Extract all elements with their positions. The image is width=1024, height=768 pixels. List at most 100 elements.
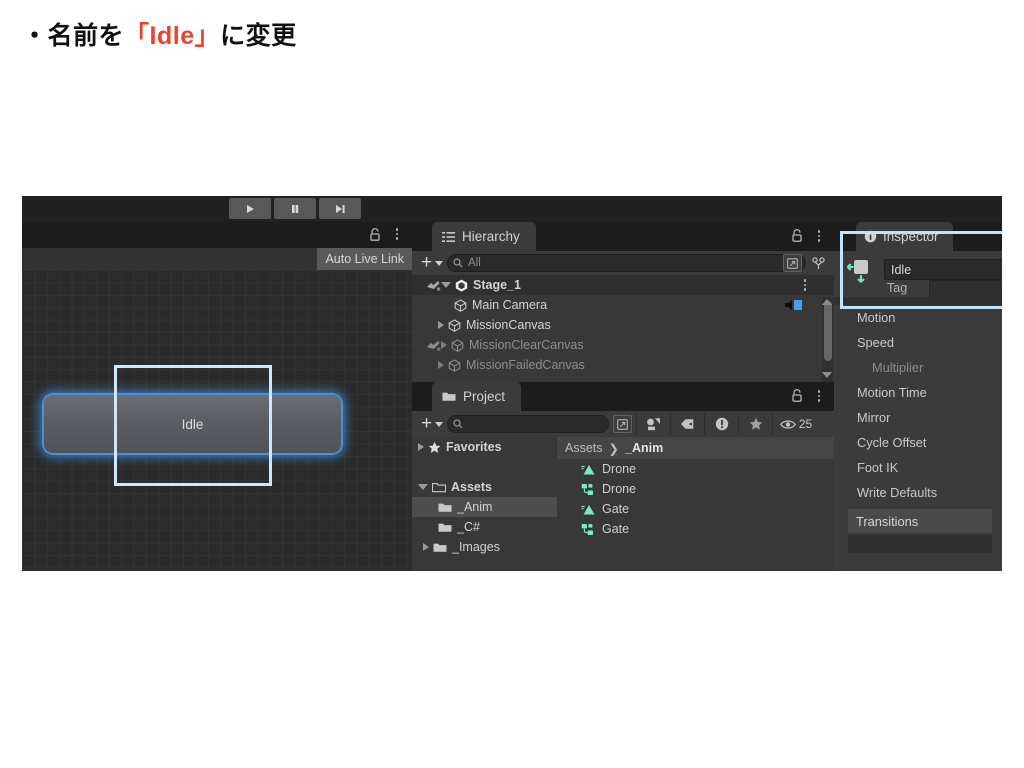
hierarchy-search-input[interactable]: All: [447, 254, 806, 272]
project-tree-assets[interactable]: Assets: [412, 477, 557, 497]
property-foot-ik[interactable]: Foot IK: [834, 455, 1002, 480]
animator-tabstrip: [22, 222, 412, 248]
visible-assets-count[interactable]: 25: [772, 413, 819, 435]
unity-editor-screenshot: Auto Live Link Idle Hierarchy + All Stag…: [22, 196, 1002, 571]
project-tree-csharp[interactable]: _C#: [412, 517, 557, 537]
tab-hierarchy[interactable]: Hierarchy: [432, 222, 536, 251]
property-cycle-offset[interactable]: Cycle Offset: [834, 430, 1002, 455]
animator-menu-icon[interactable]: [390, 226, 404, 242]
step-button[interactable]: [319, 198, 361, 219]
hierarchy-icon: [442, 231, 455, 242]
hierarchy-item-label: MissionCanvas: [466, 318, 551, 332]
scroll-up-icon[interactable]: [822, 299, 832, 305]
project-tree-anim[interactable]: _Anim: [412, 497, 557, 517]
disclosure-triangle[interactable]: [441, 341, 447, 349]
property-label: Motion Time: [857, 385, 927, 400]
audio-listener-icon: [785, 300, 802, 310]
chevron-down-icon: [435, 260, 444, 266]
inspector-properties: Motion Speed Multiplier Motion Time Mirr…: [834, 305, 1002, 571]
hierarchy-lock-icon[interactable]: [790, 228, 804, 243]
lock-icon[interactable]: [368, 227, 382, 242]
disclosure-triangle[interactable]: [441, 282, 451, 288]
editor-playbar: [22, 196, 1002, 222]
play-button[interactable]: [229, 198, 271, 219]
transitions-header[interactable]: Transitions: [848, 509, 992, 533]
property-speed[interactable]: Speed: [834, 330, 1002, 355]
disclosure-triangle[interactable]: [423, 543, 429, 551]
project-tree-label: _C#: [457, 520, 480, 534]
warning-filter-icon[interactable]: [704, 413, 738, 435]
asset-row[interactable]: Drone: [557, 479, 834, 499]
project-lock-icon[interactable]: [790, 388, 804, 403]
hierarchy-row-missionclearcanvas[interactable]: MissionClearCanvas: [412, 335, 834, 355]
disclosure-triangle[interactable]: [438, 361, 444, 369]
animation-clip-icon: [581, 464, 595, 474]
property-mirror[interactable]: Mirror: [834, 405, 1002, 430]
animator-controller-icon: [581, 523, 593, 535]
transitions-list[interactable]: [848, 535, 992, 553]
project-expand-icon[interactable]: [613, 415, 632, 433]
filter-by-label-icon[interactable]: [670, 413, 704, 435]
star-icon: [428, 441, 441, 453]
breadcrumb-separator-icon: ❯: [608, 441, 619, 456]
disclosure-triangle[interactable]: [418, 484, 428, 490]
property-motion-time[interactable]: Motion Time: [834, 380, 1002, 405]
scroll-down-icon[interactable]: [822, 372, 832, 378]
project-tree-images[interactable]: _Images: [412, 537, 557, 557]
hierarchy-row-menu-icon[interactable]: [798, 277, 812, 293]
disclosure-triangle[interactable]: [418, 443, 424, 451]
property-write-defaults[interactable]: Write Defaults: [834, 480, 1002, 505]
project-tree-label: Favorites: [446, 440, 502, 454]
animator-state-label: Idle: [181, 416, 204, 432]
chevron-down-icon: [435, 421, 444, 427]
asset-label: Gate: [602, 522, 630, 536]
property-label: Motion: [857, 310, 896, 325]
hierarchy-row-stage-1[interactable]: Stage_1: [412, 275, 834, 295]
asset-row[interactable]: Gate: [557, 499, 834, 519]
hierarchy-add-button[interactable]: +: [417, 253, 447, 272]
animator-state-graph[interactable]: Idle: [22, 270, 412, 571]
filter-by-type-icon[interactable]: [636, 413, 670, 435]
project-tree-label: _Anim: [457, 500, 493, 514]
hierarchy-scroll-thumb[interactable]: [824, 301, 832, 361]
hierarchy-expand-icon[interactable]: [783, 254, 802, 272]
gameobject-icon: [448, 358, 461, 372]
property-label: Cycle Offset: [857, 435, 927, 450]
asset-label: Drone: [602, 462, 637, 476]
slide-root: ・名前を「Idle」に変更 Auto Live Link Idle Hierar…: [0, 0, 1024, 768]
hierarchy-tree[interactable]: Stage_1 Main Camera MissionCanvas Missio…: [412, 275, 834, 382]
pause-button[interactable]: [274, 198, 316, 219]
hierarchy-row-missioncanvas[interactable]: MissionCanvas: [412, 315, 834, 335]
hierarchy-row-missionfailedcanvas[interactable]: MissionFailedCanvas: [412, 355, 834, 375]
breadcrumb-current: _Anim: [625, 441, 664, 455]
property-motion[interactable]: Motion: [834, 305, 1002, 330]
favorite-star-icon[interactable]: [738, 413, 772, 435]
project-asset-list[interactable]: Assets ❯ _Anim Drone Drone Gate Gate: [557, 437, 834, 571]
tab-hierarchy-label: Hierarchy: [462, 229, 520, 244]
project-filter-icons: 25: [636, 413, 819, 435]
hierarchy-filter-icon[interactable]: [808, 256, 828, 270]
project-menu-icon[interactable]: [812, 388, 826, 404]
state-name-input[interactable]: Idle: [884, 259, 1002, 280]
project-search-input[interactable]: [447, 415, 609, 433]
project-add-button[interactable]: +: [417, 414, 447, 433]
project-tree-favorites[interactable]: Favorites: [412, 437, 557, 457]
animator-window: Auto Live Link Idle: [22, 222, 412, 571]
tab-project[interactable]: Project: [432, 382, 522, 411]
property-label: Foot IK: [857, 460, 899, 475]
property-multiplier[interactable]: Multiplier: [834, 355, 1002, 380]
animator-state-idle[interactable]: Idle: [44, 395, 341, 453]
tab-inspector[interactable]: Inspector: [856, 222, 953, 251]
auto-live-link-button[interactable]: Auto Live Link: [317, 248, 412, 270]
asset-row[interactable]: Drone: [557, 459, 834, 479]
hierarchy-row-main-camera[interactable]: Main Camera: [412, 295, 834, 315]
hierarchy-menu-icon[interactable]: [812, 228, 826, 244]
project-folder-tree[interactable]: Favorites Assets _Anim _C# _Images: [412, 437, 557, 571]
eye-icon: [779, 419, 796, 429]
asset-row[interactable]: Gate: [557, 519, 834, 539]
disclosure-triangle[interactable]: [438, 321, 444, 329]
gameobject-icon: [454, 298, 467, 312]
hierarchy-tabstrip: Hierarchy: [412, 222, 834, 251]
breadcrumb-root[interactable]: Assets: [565, 441, 603, 455]
state-name-value: Idle: [891, 262, 912, 277]
